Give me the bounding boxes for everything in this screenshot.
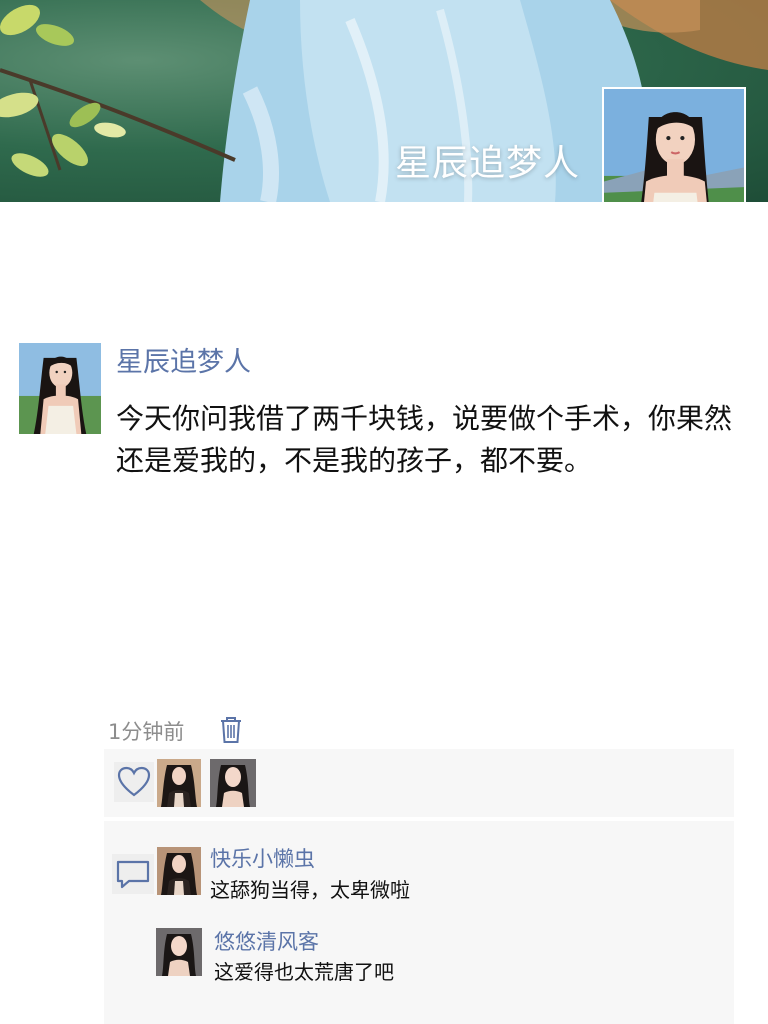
- cover-image[interactable]: 星辰追梦人: [0, 0, 768, 202]
- comment-text: 这爱得也太荒唐了吧: [214, 960, 394, 984]
- profile-avatar[interactable]: [602, 87, 746, 202]
- post-timestamp: 1分钟前: [108, 720, 185, 744]
- post-author-name[interactable]: 星辰追梦人: [116, 340, 251, 379]
- comments-panel: 快乐小懒虫 这舔狗当得，太卑微啦 悠悠清风客 这爱得也太荒唐了吧: [104, 821, 734, 1024]
- post-content: 今天你问我借了两千块钱，说要做个手术，你果然还是爱我的，不是我的孩子，都不要。: [116, 402, 733, 477]
- liker-avatar[interactable]: [157, 759, 201, 807]
- comment-avatar[interactable]: [156, 928, 202, 976]
- post-author-avatar[interactable]: [19, 343, 101, 434]
- liker-avatar[interactable]: [210, 759, 256, 807]
- trash-icon[interactable]: [219, 716, 243, 744]
- comment-icon[interactable]: [112, 854, 154, 894]
- comment-author[interactable]: 悠悠清风客: [214, 926, 319, 956]
- cover-username: 星辰追梦人: [394, 143, 580, 184]
- heart-icon[interactable]: [114, 762, 154, 802]
- comment-avatar[interactable]: [157, 847, 201, 895]
- likes-panel: [104, 749, 734, 817]
- comment-text: 这舔狗当得，太卑微啦: [210, 878, 410, 902]
- comment-author[interactable]: 快乐小懒虫: [210, 843, 315, 873]
